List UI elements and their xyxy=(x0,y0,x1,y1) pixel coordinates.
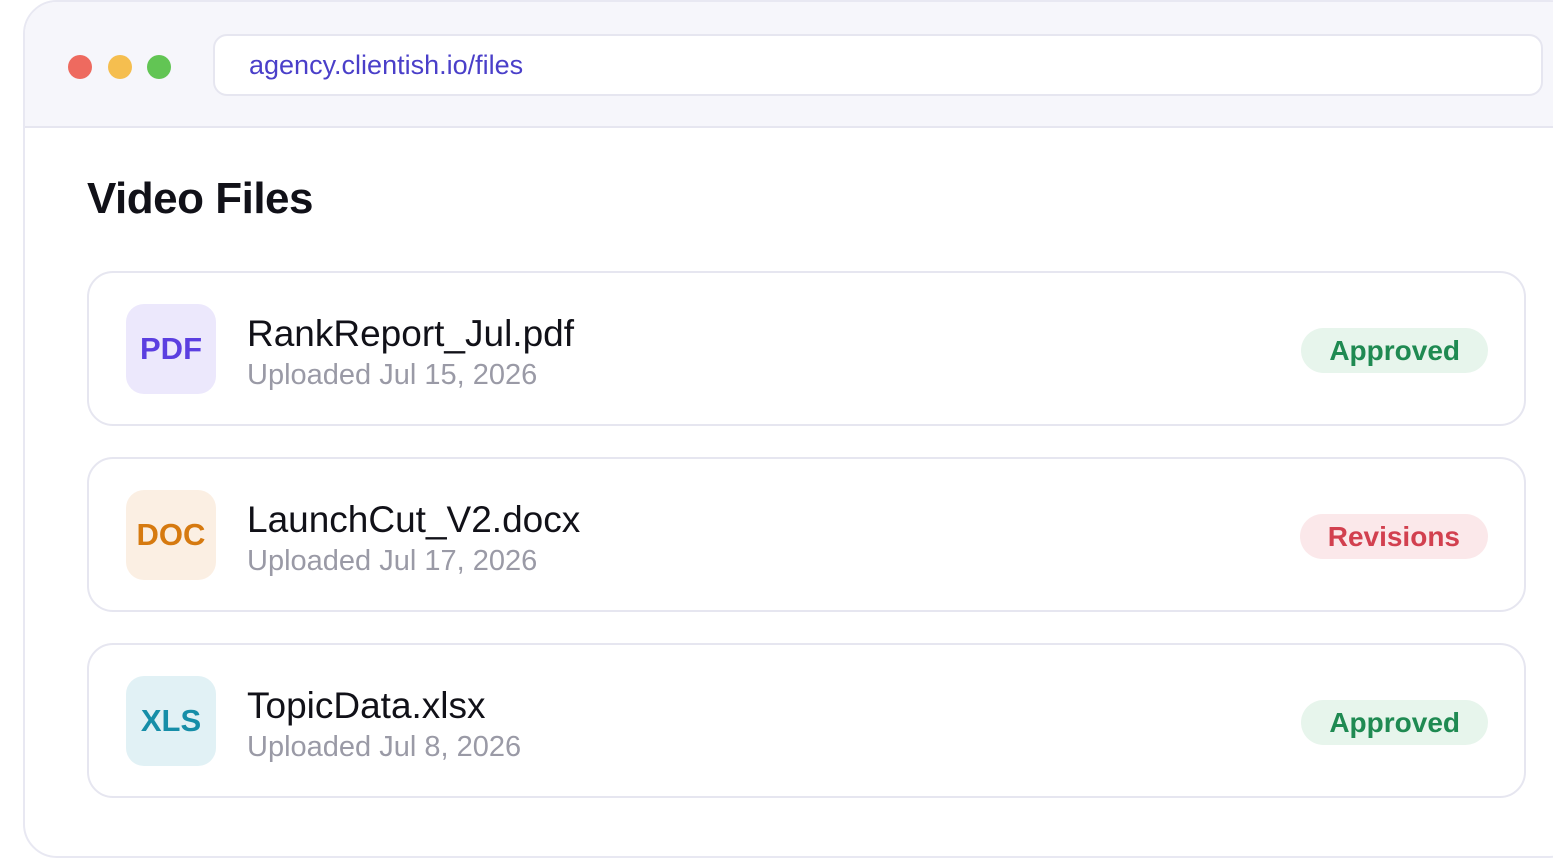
browser-window: agency.clientish.io/files Video Files PD… xyxy=(23,0,1553,858)
file-name[interactable]: TopicData.xlsx xyxy=(247,685,486,727)
minimize-window-button[interactable] xyxy=(108,55,132,79)
status-label: Approved xyxy=(1329,706,1460,738)
file-list: PDF RankReport_Jul.pdf Uploaded Jul 15, … xyxy=(87,271,1526,829)
pdf-file-icon: PDF xyxy=(126,304,216,394)
browser-titlebar: agency.clientish.io/files xyxy=(25,2,1553,128)
file-type-label: PDF xyxy=(140,331,202,366)
xls-file-icon: XLS xyxy=(126,676,216,766)
status-label: Approved xyxy=(1329,334,1460,366)
status-badge: Approved xyxy=(1301,328,1488,373)
status-badge: Revisions xyxy=(1299,514,1488,559)
file-card[interactable]: PDF RankReport_Jul.pdf Uploaded Jul 15, … xyxy=(87,271,1526,426)
file-name[interactable]: RankReport_Jul.pdf xyxy=(247,313,574,355)
file-upload-date: Uploaded Jul 17, 2026 xyxy=(247,545,538,577)
file-name[interactable]: LaunchCut_V2.docx xyxy=(247,499,580,541)
file-card[interactable]: DOC LaunchCut_V2.docx Uploaded Jul 17, 2… xyxy=(87,457,1526,612)
file-type-label: XLS xyxy=(140,703,202,738)
status-badge: Approved xyxy=(1301,700,1488,745)
file-upload-date: Uploaded Jul 15, 2026 xyxy=(247,359,538,391)
address-bar[interactable]: agency.clientish.io/files xyxy=(213,34,1543,96)
status-label: Revisions xyxy=(1327,520,1460,552)
file-upload-date: Uploaded Jul 8, 2026 xyxy=(247,731,522,763)
close-window-button[interactable] xyxy=(68,55,92,79)
file-card[interactable]: XLS TopicData.xlsx Uploaded Jul 8, 2026 … xyxy=(87,643,1526,798)
address-bar-url: agency.clientish.io/files xyxy=(249,49,524,80)
page-title: Video Files xyxy=(87,174,314,223)
maximize-window-button[interactable] xyxy=(147,55,171,79)
doc-file-icon: DOC xyxy=(126,490,216,580)
file-type-label: DOC xyxy=(136,517,206,552)
